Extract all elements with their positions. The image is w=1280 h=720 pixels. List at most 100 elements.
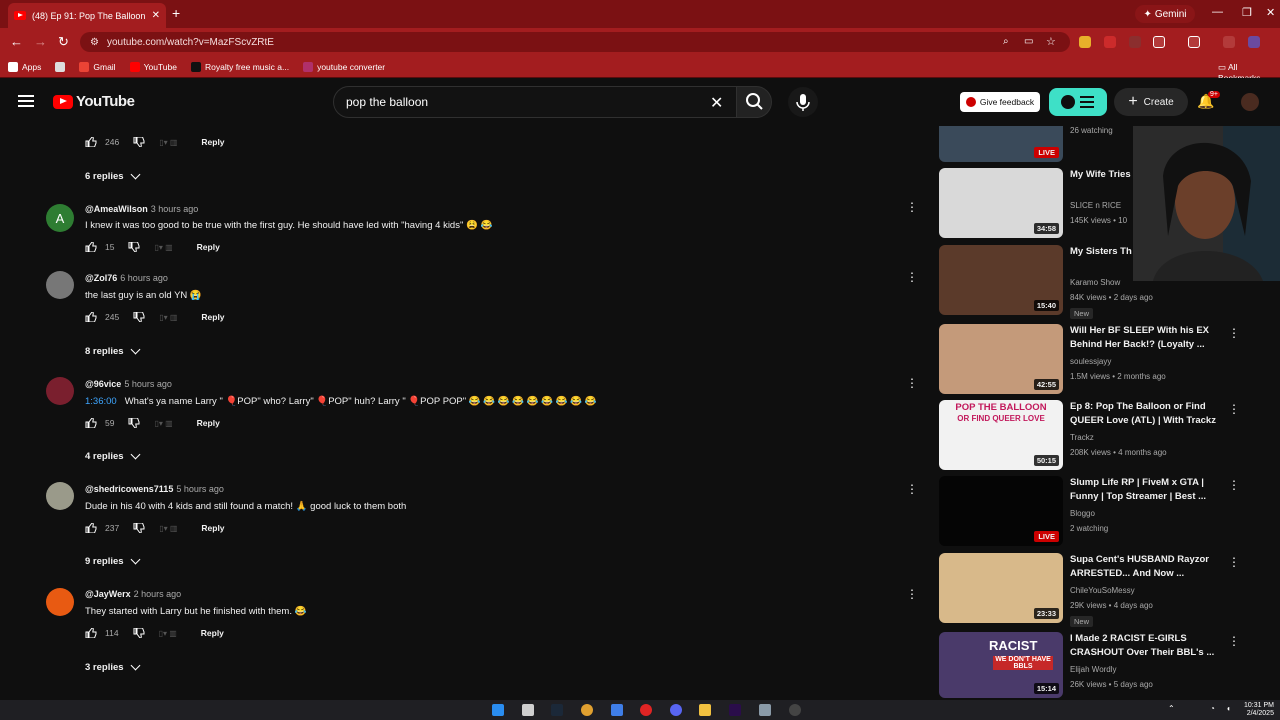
video-more-icon[interactable]: ⋮ [1228, 478, 1240, 492]
premiere-pro-icon[interactable] [729, 704, 741, 716]
comment-time[interactable]: 5 hours ago [176, 484, 224, 494]
video-channel[interactable]: Elijah Wordly [1070, 665, 1117, 674]
video-thumbnail[interactable]: POP THE BALLOON OR FIND QUEER LOVE 50:15 [939, 400, 1063, 470]
commenter-avatar[interactable] [46, 271, 74, 299]
steam-icon[interactable] [551, 704, 563, 716]
comment-timestamp-link[interactable]: 1:36:00 [85, 396, 117, 407]
bookmark-converter[interactable]: youtube converter [303, 61, 385, 72]
comment-more-icon[interactable]: ⋮ [906, 587, 918, 601]
thumbs-down-icon[interactable] [128, 242, 140, 252]
video-card[interactable]: LIVE Slump Life RP | FiveM x GTA | Funny… [939, 476, 1279, 546]
view-replies-button[interactable]: 4 replies [85, 449, 141, 462]
reply-button[interactable]: Reply [201, 523, 224, 533]
app-icon[interactable] [611, 704, 623, 716]
video-thumbnail[interactable]: 15:40 [939, 245, 1063, 315]
video-channel[interactable]: SLICE n RICE [1070, 201, 1121, 210]
comment-time[interactable]: 6 hours ago [120, 273, 168, 283]
opera-icon[interactable] [640, 704, 652, 716]
media-icon[interactable] [1223, 36, 1235, 48]
comment-more-icon[interactable]: ⋮ [906, 376, 918, 390]
comment-more-icon[interactable]: ⋮ [906, 482, 918, 496]
search-button[interactable] [736, 86, 772, 118]
reply-button[interactable]: Reply [197, 418, 220, 428]
thumbs-down-icon[interactable] [133, 628, 145, 638]
extension-toggle-button[interactable] [1049, 88, 1107, 116]
cast-icon[interactable]: ▭ [1024, 36, 1033, 47]
view-replies-button[interactable]: 9 replies [85, 554, 141, 567]
profile-icon[interactable] [1248, 36, 1260, 48]
browser-tab[interactable]: (48) Ep 91: Pop The Balloon Or ✕ [8, 3, 166, 28]
reply-button[interactable]: Reply [197, 242, 220, 252]
thumbs-down-icon[interactable] [128, 418, 140, 428]
taskbar-clock[interactable]: 10:31 PM 2/4/2025 [1244, 702, 1274, 718]
chrome-icon[interactable] [581, 704, 593, 716]
video-channel[interactable]: Bloggo [1070, 509, 1095, 518]
bookmark-apps[interactable]: Apps [8, 61, 41, 72]
video-channel[interactable]: ChileYouSoMessy [1070, 586, 1135, 595]
comment-more-icon[interactable]: ⋮ [906, 200, 918, 214]
file-explorer-icon[interactable] [699, 704, 711, 716]
sidepanel-icon[interactable] [1188, 36, 1200, 48]
thumbs-up-icon[interactable] [85, 137, 97, 147]
video-title[interactable]: Slump Life RP | FiveM x GTA | Funny | To… [1070, 476, 1220, 504]
extension-icon[interactable] [1104, 36, 1116, 48]
video-thumbnail[interactable]: RACIST WE DON'T HAVE BBLS 15:14 [939, 632, 1063, 698]
reply-button[interactable]: Reply [201, 137, 224, 147]
obs-icon[interactable] [789, 704, 801, 716]
minimize-icon[interactable]: — [1212, 6, 1223, 18]
thumbs-up-icon[interactable] [85, 418, 97, 428]
video-title[interactable]: Will Her BF SLEEP With his EX Behind Her… [1070, 324, 1220, 352]
hamburger-menu-icon[interactable] [18, 95, 34, 107]
create-button[interactable]: + Create [1114, 88, 1188, 116]
bookmark-star-icon[interactable]: ☆ [1046, 35, 1056, 48]
video-card[interactable]: 42:55 Will Her BF SLEEP With his EX Behi… [939, 324, 1279, 394]
zoom-icon[interactable]: ⌕ [1003, 36, 1009, 47]
thumbs-down-icon[interactable] [133, 523, 145, 533]
video-more-icon[interactable]: ⋮ [1228, 634, 1240, 648]
thumbs-up-icon[interactable] [85, 523, 97, 533]
thumbs-up-icon[interactable] [85, 312, 97, 322]
video-thumbnail[interactable]: 34:58 [939, 168, 1063, 238]
reply-button[interactable]: Reply [201, 312, 224, 322]
task-view-icon[interactable] [522, 704, 534, 716]
forward-icon[interactable]: → [34, 34, 47, 49]
tab-close-icon[interactable]: ✕ [152, 10, 160, 21]
thumbs-up-icon[interactable] [85, 628, 97, 638]
commenter-avatar[interactable]: A [46, 204, 74, 232]
comment-time[interactable]: 2 hours ago [134, 589, 182, 599]
video-thumbnail[interactable]: LIVE [939, 126, 1063, 162]
comment-author[interactable]: @Zol76 [85, 273, 117, 283]
video-thumbnail[interactable]: 23:33 [939, 553, 1063, 623]
bookmark-youtube[interactable]: YouTube [129, 61, 177, 72]
commenter-avatar[interactable] [46, 377, 74, 405]
video-thumbnail[interactable]: 42:55 [939, 324, 1063, 394]
gemini-button[interactable]: ✦ Gemini [1135, 5, 1195, 23]
search-input[interactable]: pop the balloon [333, 86, 737, 118]
bookmark-grid[interactable] [55, 61, 66, 72]
start-windows-icon[interactable] [492, 704, 504, 716]
extensions-puzzle-icon[interactable] [1153, 36, 1165, 48]
bookmark-gmail[interactable]: Gmail [79, 61, 116, 72]
video-title[interactable]: I Made 2 RACIST E-GIRLS CRASHOUT Over Th… [1070, 632, 1220, 660]
account-avatar[interactable] [1241, 93, 1259, 111]
wifi-icon[interactable]: ◔ [1210, 704, 1215, 713]
window-close-icon[interactable]: ✕ [1266, 6, 1275, 19]
view-replies-button[interactable]: 8 replies [85, 344, 141, 357]
comment-time[interactable]: 3 hours ago [151, 204, 199, 214]
commenter-avatar[interactable] [46, 588, 74, 616]
site-info-icon[interactable]: ⚙ [90, 37, 99, 48]
tray-chevron-icon[interactable]: ⌃ [1168, 704, 1175, 713]
comment-more-icon[interactable]: ⋮ [906, 270, 918, 284]
reload-icon[interactable]: ↻ [58, 34, 69, 50]
video-more-icon[interactable]: ⋮ [1228, 555, 1240, 569]
thumbs-down-icon[interactable] [133, 137, 145, 147]
video-card[interactable]: POP THE BALLOON OR FIND QUEER LOVE 50:15… [939, 400, 1279, 470]
comment-time[interactable]: 5 hours ago [124, 379, 172, 389]
maximize-icon[interactable]: ❐ [1242, 6, 1252, 19]
video-more-icon[interactable]: ⋮ [1228, 326, 1240, 340]
comment-author[interactable]: @shedricowens7115 [85, 484, 173, 494]
comment-author[interactable]: @96vice [85, 379, 121, 389]
video-card[interactable]: RACIST WE DON'T HAVE BBLS 15:14 I Made 2… [939, 632, 1279, 702]
video-card[interactable]: 23:33 Supa Cent's HUSBAND Rayzor ARRESTE… [939, 553, 1279, 627]
back-icon[interactable]: ← [10, 34, 23, 49]
